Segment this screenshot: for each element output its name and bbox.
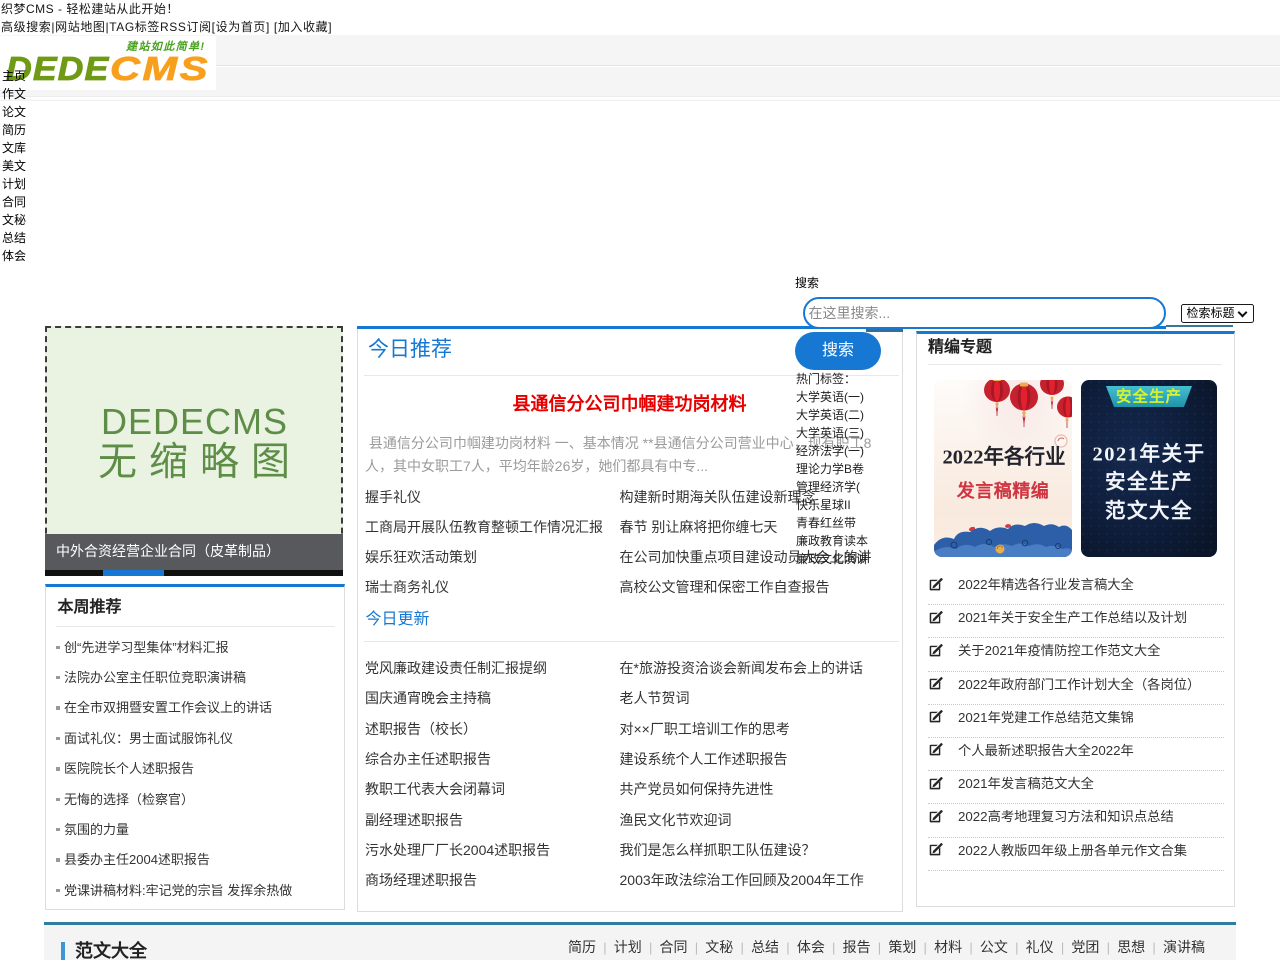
svg-text:安全生产: 安全生产 xyxy=(1105,470,1193,494)
svg-text:范文大全: 范文大全 xyxy=(1105,499,1193,523)
svg-text:安全生产: 安全生产 xyxy=(1115,387,1181,406)
svg-text:2022年各行业: 2022年各行业 xyxy=(942,445,1065,469)
svg-text:发言稿精编: 发言稿精编 xyxy=(955,480,1049,501)
svg-text:2021年关于: 2021年关于 xyxy=(1092,442,1205,466)
